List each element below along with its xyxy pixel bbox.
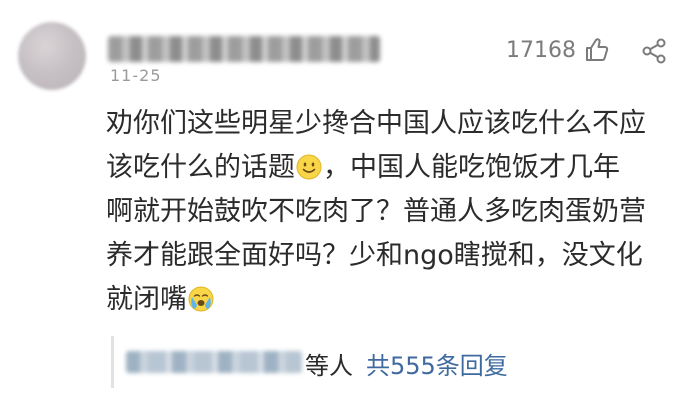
smiling-face-emoji-icon bbox=[296, 154, 322, 180]
thumbs-up-icon[interactable] bbox=[583, 36, 611, 64]
reply-etc-label: 等人 bbox=[305, 352, 353, 380]
comment-card: 11-25 17168 劝你们这些明星少搀合中国人应该吃什么不应 该吃什么的话题… bbox=[0, 0, 700, 416]
reply-count-link[interactable]: 共555条回复 bbox=[366, 346, 508, 381]
comment-line: 养才能跟全面好吗？少和ngo瞎搅和，没文化 bbox=[106, 240, 643, 271]
comment-line: 就闭嘴 bbox=[106, 278, 686, 322]
like-count: 17168 bbox=[506, 38, 576, 63]
comment-text-part: 就闭嘴 bbox=[106, 284, 187, 315]
comment-text-part: 该吃什么的话题 bbox=[106, 152, 295, 183]
comment-line: 该吃什么的话题 ，中国人能吃饱饭才几年 bbox=[106, 146, 686, 190]
reply-usernames-blurred[interactable] bbox=[126, 351, 302, 373]
crying-face-emoji-icon bbox=[188, 286, 214, 312]
comment-text: 劝你们这些明星少搀合中国人应该吃什么不应 该吃什么的话题 ，中国人能吃饱饭才几年… bbox=[106, 102, 686, 322]
comment-line: 啊就开始鼓吹不吃肉了？普通人多吃肉蛋奶营 bbox=[106, 196, 646, 227]
comment-text-part: ，中国人能吃饱饭才几年 bbox=[323, 152, 620, 183]
comment-date: 11-25 bbox=[110, 66, 162, 85]
username-blurred[interactable] bbox=[108, 36, 380, 62]
avatar[interactable] bbox=[18, 22, 86, 90]
comment-line: 劝你们这些明星少搀合中国人应该吃什么不应 bbox=[106, 108, 646, 139]
reply-divider bbox=[111, 336, 114, 388]
share-icon[interactable] bbox=[640, 37, 668, 65]
